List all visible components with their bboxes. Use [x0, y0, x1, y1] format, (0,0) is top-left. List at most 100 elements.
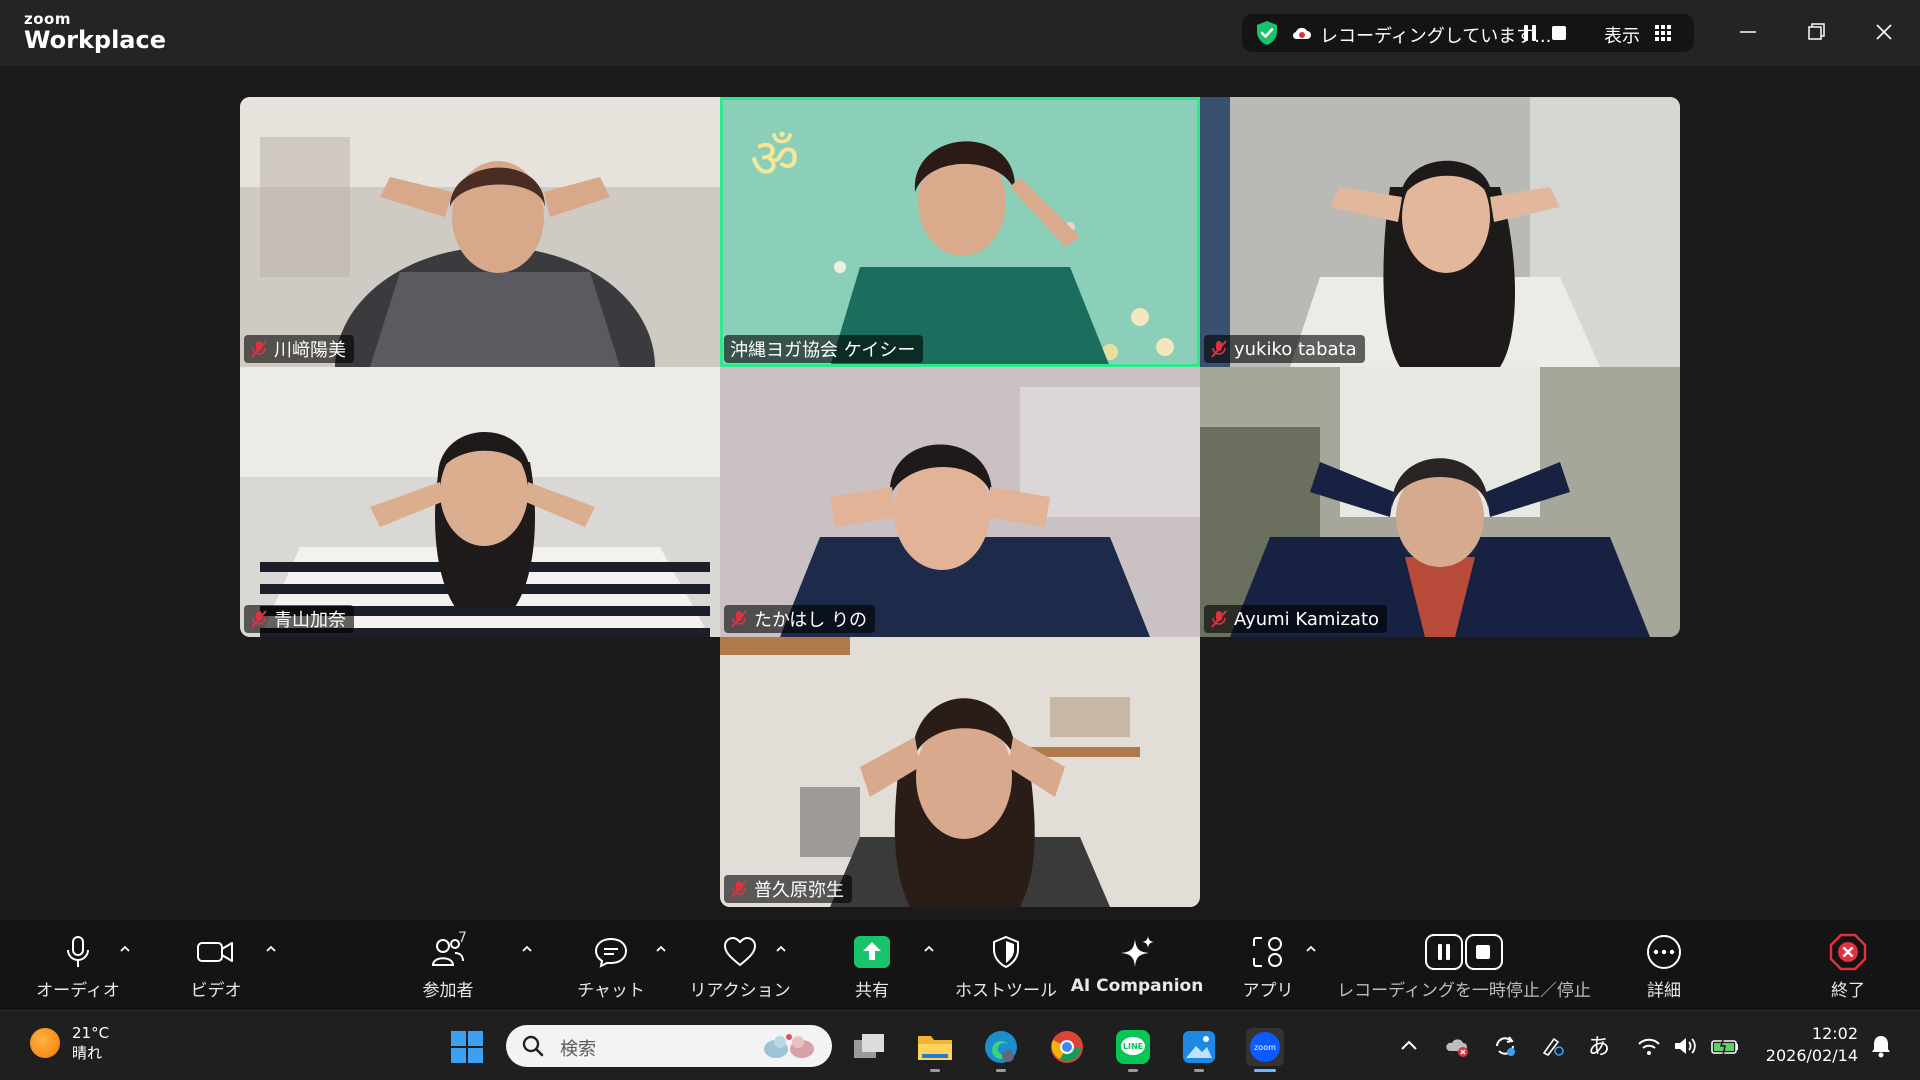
- video-tile[interactable]: 川﨑陽美: [240, 97, 720, 367]
- share-options-chevron-up-icon[interactable]: [922, 944, 936, 954]
- apps-label: アプリ: [1242, 981, 1294, 1001]
- pen-input-icon[interactable]: [1540, 1033, 1566, 1059]
- muted-microphone-icon: [251, 340, 267, 358]
- minimize-icon[interactable]: [1726, 12, 1770, 52]
- audio-button[interactable]: オーディオ: [36, 920, 120, 1010]
- reactions-button[interactable]: リアクション: [688, 920, 792, 1010]
- video-tile[interactable]: Ayumi Kamizato: [1200, 367, 1680, 637]
- search-icon: [522, 1035, 544, 1057]
- audio-options-chevron-up-icon[interactable]: [118, 944, 132, 954]
- line-app-icon[interactable]: LINE: [1114, 1028, 1152, 1066]
- chat-button[interactable]: チャット: [571, 920, 651, 1010]
- notification-bell-icon[interactable]: [1868, 1033, 1894, 1059]
- participant-video-feed: [240, 367, 720, 637]
- taskbar-search-box[interactable]: 検索: [506, 1025, 832, 1067]
- video-button[interactable]: ビデオ: [176, 920, 256, 1010]
- recording-label: レコーディングを一時停止／停止: [1337, 981, 1591, 1001]
- zoom-active-indicator: [1254, 1069, 1276, 1072]
- chrome-browser-icon[interactable]: [1048, 1028, 1086, 1066]
- host-tools-button[interactable]: ホストツール: [950, 920, 1062, 1010]
- video-tile[interactable]: yukiko tabata: [1200, 97, 1680, 367]
- video-options-chevron-up-icon[interactable]: [264, 944, 278, 954]
- close-icon[interactable]: [1862, 12, 1906, 52]
- video-tile[interactable]: 青山加奈: [240, 367, 720, 637]
- cloud-recording-icon: [1292, 27, 1311, 40]
- search-placeholder: 検索: [560, 1039, 596, 1060]
- pause-recording-icon[interactable]: [1522, 24, 1538, 42]
- apps-options-chevron-up-icon[interactable]: [1304, 944, 1318, 954]
- participants-count: 7: [458, 930, 467, 946]
- ai-companion-label: AI Companion: [1070, 976, 1204, 996]
- title-bar: zoom Workplace レコーディングしています... 表示: [0, 0, 1920, 66]
- recording-pause-stop-button[interactable]: レコーディングを一時停止／停止: [1336, 920, 1592, 1010]
- zoom-taskbar-icon[interactable]: zoom: [1246, 1028, 1284, 1066]
- encryption-shield-icon[interactable]: [1254, 20, 1280, 46]
- participants-label: 参加者: [422, 981, 474, 1001]
- onedrive-error-icon[interactable]: [1444, 1033, 1470, 1059]
- participants-options-chevron-up-icon[interactable]: [520, 944, 534, 954]
- participant-name-tag: 普久原弥生: [724, 875, 852, 903]
- share-screen-icon: [854, 936, 890, 968]
- participants-button[interactable]: 7 参加者: [408, 920, 488, 1010]
- search-highlight-birds-icon: [764, 1034, 814, 1058]
- wifi-icon[interactable]: [1636, 1033, 1662, 1059]
- apps-button[interactable]: アプリ: [1228, 920, 1308, 1010]
- participant-video-feed: [240, 97, 720, 367]
- reactions-label: リアクション: [689, 981, 791, 1001]
- sunny-weather-icon: [30, 1028, 60, 1058]
- stop-recording-icon[interactable]: [1552, 26, 1566, 40]
- line-running-indicator: [1128, 1069, 1138, 1072]
- system-clock[interactable]: 12:02 2026/02/14: [1762, 1023, 1858, 1067]
- apps-icon: [1253, 937, 1282, 967]
- chat-options-chevron-up-icon[interactable]: [654, 944, 668, 954]
- logo-workplace-text: Workplace: [24, 26, 167, 54]
- windows-start-icon[interactable]: [448, 1028, 486, 1066]
- participant-name: Ayumi Kamizato: [1234, 608, 1380, 630]
- muted-microphone-icon: [731, 880, 747, 898]
- audio-label: オーディオ: [36, 981, 120, 1001]
- volume-icon[interactable]: [1672, 1033, 1698, 1059]
- pause-stop-recording-icon: [1425, 934, 1503, 970]
- restore-icon[interactable]: [1794, 12, 1838, 52]
- video-tile[interactable]: 普久原弥生: [720, 637, 1200, 907]
- gallery-view-grid-icon[interactable]: [1654, 24, 1672, 42]
- ai-companion-button[interactable]: AI Companion: [1070, 920, 1204, 1010]
- recording-status-text: レコーディングしています...: [1320, 26, 1552, 47]
- weather-widget[interactable]: 21°C 晴れ: [30, 1023, 109, 1063]
- video-tile-active-speaker[interactable]: ॐ 沖縄ヨガ協会 ケイシー: [720, 97, 1200, 367]
- participant-name: yukiko tabata: [1234, 338, 1357, 360]
- participant-video-feed: [1200, 97, 1680, 367]
- zoom-workplace-logo: zoom Workplace: [24, 12, 167, 54]
- sync-icon[interactable]: [1492, 1033, 1518, 1059]
- edge-browser-icon[interactable]: [982, 1028, 1020, 1066]
- more-button[interactable]: 詳細: [1624, 920, 1704, 1010]
- participant-video-feed: [720, 367, 1200, 637]
- show-hidden-icons-chevron-up-icon[interactable]: [1396, 1033, 1422, 1059]
- muted-microphone-icon: [1211, 610, 1227, 628]
- recording-status-bar: レコーディングしています... 表示: [1242, 14, 1694, 52]
- share-button[interactable]: 共有: [832, 920, 912, 1010]
- participant-name: 川﨑陽美: [274, 340, 346, 361]
- video-tile[interactable]: たかはし りの: [720, 367, 1200, 637]
- reactions-options-chevron-up-icon[interactable]: [774, 944, 788, 954]
- participant-name-tag: 青山加奈: [244, 605, 354, 633]
- task-view-icon[interactable]: [850, 1028, 888, 1066]
- participant-name: 青山加奈: [274, 610, 346, 631]
- file-explorer-icon[interactable]: [916, 1028, 954, 1066]
- clock-time: 12:02: [1811, 1024, 1858, 1043]
- muted-microphone-icon: [731, 610, 747, 628]
- participant-name-tag: Ayumi Kamizato: [1204, 605, 1388, 633]
- photos-app-icon[interactable]: [1180, 1028, 1218, 1066]
- participant-video-feed: [1200, 367, 1680, 637]
- participant-video-feed: [720, 637, 1200, 907]
- meeting-controls-toolbar: オーディオ ビデオ 7 参加者 チャット リアクション 共有 ホストツール AI…: [0, 920, 1920, 1010]
- end-meeting-button[interactable]: 終了: [1808, 920, 1888, 1010]
- battery-charging-icon[interactable]: [1710, 1033, 1740, 1059]
- svg-text:LINE: LINE: [1123, 1042, 1143, 1051]
- chat-bubble-icon: [594, 937, 628, 968]
- ime-mode-indicator[interactable]: あ: [1588, 1029, 1610, 1061]
- shield-icon: [993, 935, 1019, 969]
- file-explorer-running-indicator: [930, 1069, 940, 1072]
- participant-name-tag: たかはし りの: [724, 605, 876, 633]
- view-button[interactable]: 表示: [1604, 22, 1640, 48]
